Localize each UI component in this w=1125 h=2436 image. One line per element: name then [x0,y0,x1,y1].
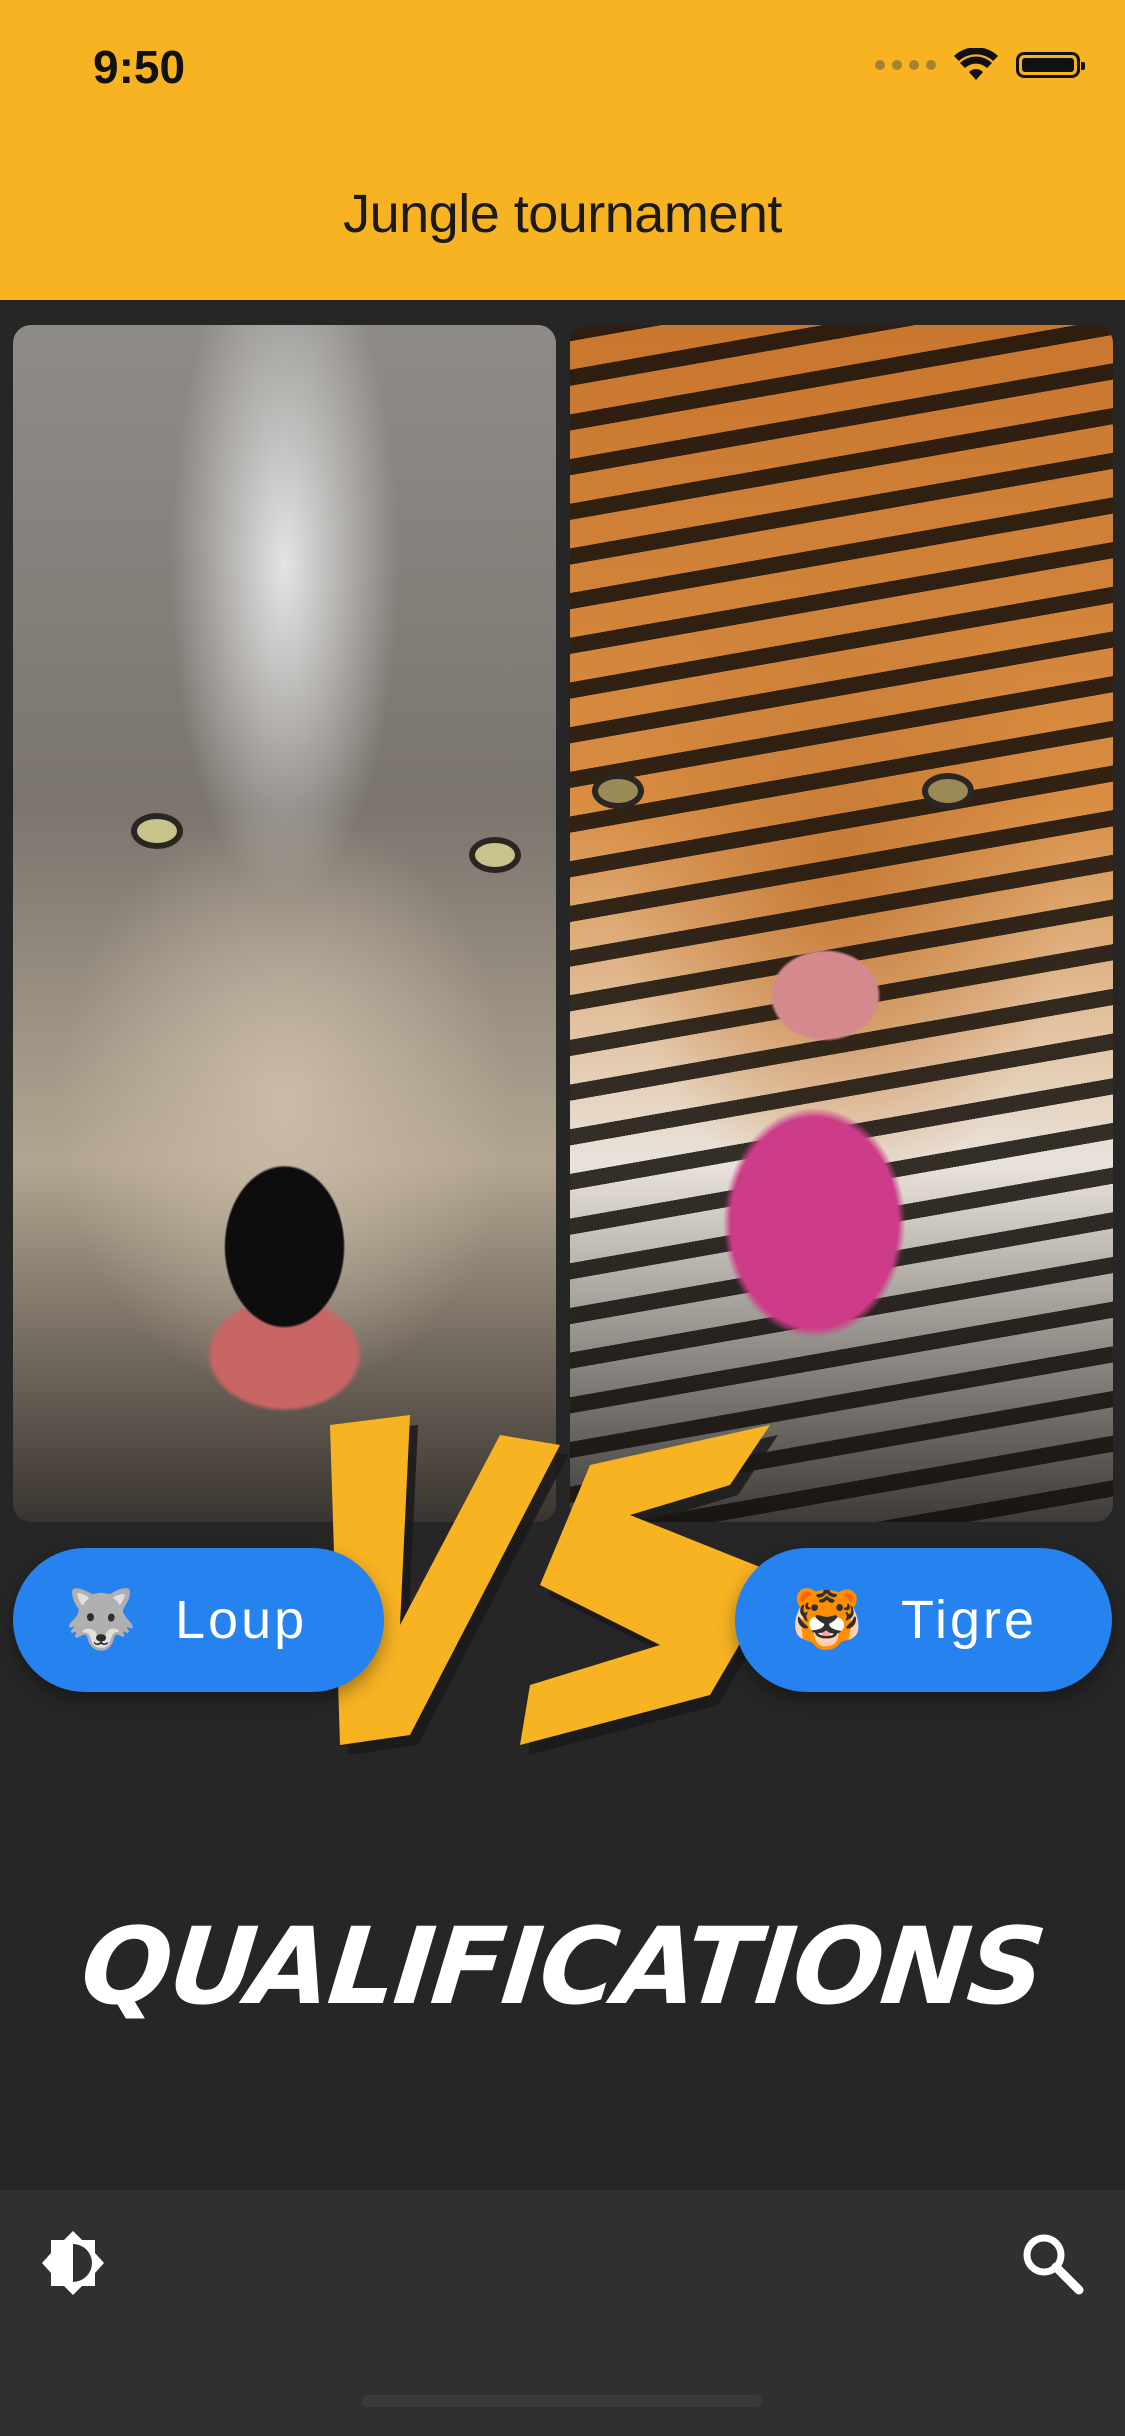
app-header: 9:50 Jungle tournament [0,0,1125,300]
tiger-label: Tigre [901,1590,1038,1650]
wolf-eye-left [131,813,183,849]
status-icons [875,48,1085,82]
tiger-vote-button[interactable]: 🐯 Tigre [735,1548,1112,1692]
wolf-photo-card[interactable] [13,325,556,1522]
wolf-emoji-icon: 🐺 [64,1587,138,1652]
app-title: Jungle tournament [343,184,782,244]
tiger-photo-card[interactable] [570,325,1113,1522]
brightness-icon[interactable] [38,2228,108,2298]
home-indicator [362,2395,762,2407]
tiger-eye-right [922,773,974,809]
round-title: QUALIFICATIONS [75,1905,1050,2028]
signal-icon [875,60,936,70]
tiger-eye-left [592,773,644,809]
battery-icon [1016,52,1085,78]
wifi-icon [954,48,998,80]
wolf-vote-button[interactable]: 🐺 Loup [13,1548,384,1692]
wolf-label: Loup [175,1590,308,1650]
tiger-emoji-icon: 🐯 [790,1587,864,1652]
bottom-app-bar [0,2190,1125,2436]
status-time: 9:50 [93,41,186,93]
search-icon[interactable] [1019,2230,1085,2296]
wolf-eye-right [469,837,521,873]
